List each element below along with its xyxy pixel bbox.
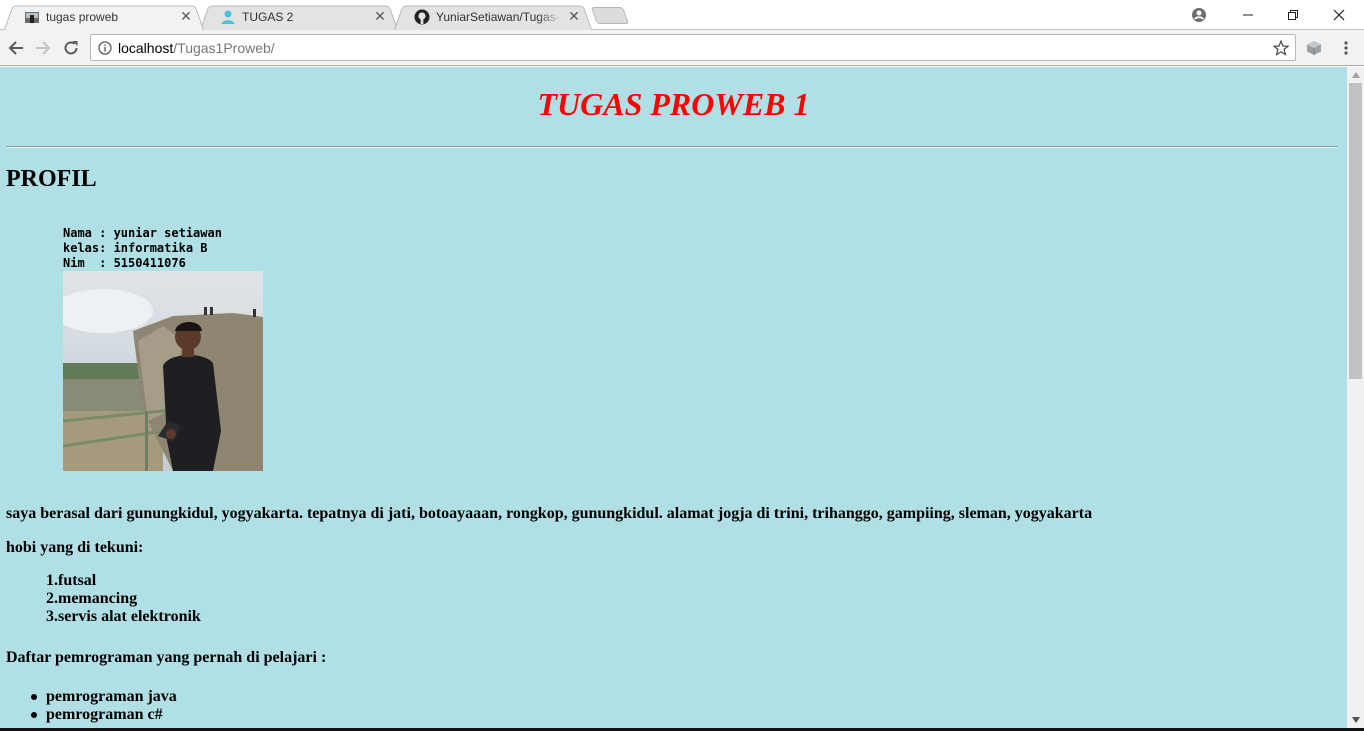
address-bar[interactable]: localhost/Tugas1Proweb/ bbox=[90, 34, 1296, 61]
scroll-up-icon[interactable] bbox=[1347, 67, 1364, 83]
close-window-button[interactable] bbox=[1316, 0, 1362, 29]
minimize-button[interactable] bbox=[1225, 0, 1271, 29]
scrollbar-thumb[interactable] bbox=[1349, 83, 1362, 379]
reload-icon bbox=[64, 41, 78, 55]
list-item: pemrograman java bbox=[31, 688, 177, 705]
forward-button[interactable] bbox=[31, 36, 55, 60]
hobbies-heading: hobi yang di tekuni: bbox=[6, 539, 144, 556]
programming-list: pemrograman java pemrograman c# bbox=[31, 688, 177, 724]
tab-label: tugas proweb bbox=[46, 9, 119, 24]
kebab-menu-icon bbox=[1344, 41, 1348, 55]
tab-label: TUGAS 2 bbox=[242, 9, 294, 24]
close-tab-icon[interactable]: ✕ bbox=[566, 8, 582, 25]
close-icon bbox=[1333, 9, 1345, 20]
profile-photo bbox=[63, 271, 263, 471]
url-host: localhost bbox=[118, 39, 174, 56]
bookmark-star-icon[interactable] bbox=[1273, 40, 1289, 56]
close-tab-icon[interactable]: ✕ bbox=[372, 8, 388, 25]
profile-button[interactable] bbox=[1176, 0, 1222, 29]
photo-favicon-icon bbox=[24, 9, 40, 25]
hobbies-list: 1.futsal 2.memancing 3.servis alat elekt… bbox=[46, 572, 201, 626]
scroll-down-icon[interactable] bbox=[1347, 712, 1364, 728]
arrow-left-icon bbox=[8, 41, 23, 55]
reload-button[interactable] bbox=[59, 36, 83, 60]
browser-toolbar: localhost/Tugas1Proweb/ bbox=[0, 30, 1364, 66]
profile-heading: PROFIL bbox=[6, 166, 97, 192]
list-item: 3.servis alat elektronik bbox=[46, 608, 201, 625]
arrow-right-icon bbox=[36, 41, 51, 55]
restore-icon bbox=[1288, 9, 1298, 20]
list-item: 2.memancing bbox=[46, 590, 138, 607]
extension-cube-icon bbox=[1307, 41, 1321, 55]
list-item: 1.futsal bbox=[46, 572, 97, 589]
tab-tugas-2[interactable]: TUGAS 2 ✕ bbox=[200, 3, 398, 31]
github-icon bbox=[414, 9, 430, 25]
profile-details: Nama : yuniar setiawan kelas: informatik… bbox=[63, 226, 222, 270]
horizontal-rule bbox=[6, 146, 1338, 148]
programming-heading: Daftar pemrograman yang pernah di pelaja… bbox=[6, 649, 327, 666]
tab-tugas-proweb[interactable]: tugas proweb ✕ bbox=[4, 3, 204, 31]
url-text[interactable]: localhost/Tugas1Proweb/ bbox=[118, 40, 275, 56]
close-tab-icon[interactable]: ✕ bbox=[178, 8, 194, 25]
origin-paragraph: saya berasal dari gunungkidul, yogyakart… bbox=[6, 505, 1093, 522]
new-tab-button[interactable] bbox=[590, 7, 630, 24]
back-button[interactable] bbox=[4, 36, 28, 60]
url-path: /Tugas1Proweb/ bbox=[173, 39, 275, 56]
page-viewport: TUGAS PROWEB 1 PROFIL Nama : yuniar seti… bbox=[0, 67, 1347, 728]
tab-strip: tugas proweb ✕ TUGAS 2 ✕ YuniarSetiawan/… bbox=[0, 0, 1364, 31]
restore-button[interactable] bbox=[1270, 0, 1316, 29]
tab-github-repo[interactable]: YuniarSetiawan/Tugas-ht ✕ bbox=[394, 3, 592, 31]
menu-button[interactable] bbox=[1334, 36, 1358, 60]
minimize-icon bbox=[1243, 14, 1253, 15]
vertical-scrollbar[interactable] bbox=[1347, 67, 1364, 728]
page-title: TUGAS PROWEB 1 bbox=[537, 86, 810, 122]
person-icon bbox=[220, 9, 236, 25]
info-icon[interactable] bbox=[98, 40, 112, 55]
tab-title-fade bbox=[538, 7, 562, 30]
list-item: pemrograman c# bbox=[31, 706, 177, 724]
account-icon bbox=[1192, 7, 1206, 22]
extension-button[interactable] bbox=[1302, 36, 1326, 60]
